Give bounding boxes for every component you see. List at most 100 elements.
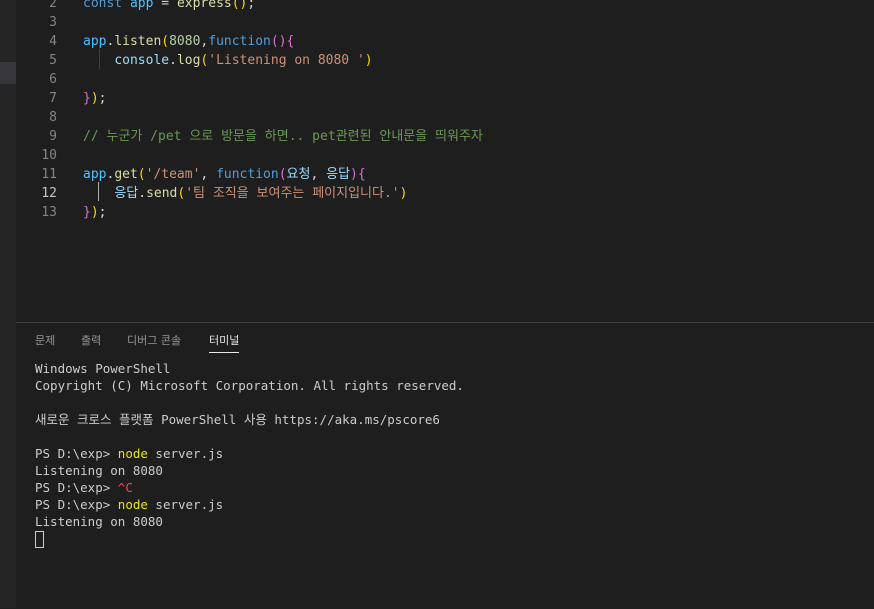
code-token: app [129, 0, 154, 11]
code-token: ) [399, 186, 408, 201]
code-line[interactable]: 7}); [16, 89, 874, 108]
terminal-text: Windows PowerShell [35, 361, 171, 376]
line-number: 10 [41, 148, 57, 163]
code-token: 8080 [169, 34, 201, 49]
code-text: app.listen(8080,function(){ [83, 32, 294, 51]
line-number: 7 [49, 91, 57, 106]
code-token: 요청 [286, 167, 311, 182]
terminal-cursor [35, 531, 44, 548]
active-tab-underline [209, 352, 240, 353]
code-line[interactable]: 8 [16, 108, 874, 127]
code-text: }); [83, 89, 106, 108]
code-editor[interactable]: 2 const app = express(); 3 4 app.listen(8080… [16, 0, 874, 322]
code-token: } [83, 91, 91, 106]
code-token: , [310, 167, 327, 182]
tab-label: 디버그 콘솔 [127, 334, 182, 347]
code-token: { [357, 167, 366, 182]
line-number: 9 [49, 129, 57, 144]
terminal-text: Listening on 8080 [35, 463, 163, 478]
code-token: . [138, 186, 147, 201]
code-token: { [286, 34, 295, 49]
code-text: }); [83, 203, 106, 222]
activity-bar [0, 0, 16, 608]
code-token: function [208, 34, 271, 49]
line-number: 8 [49, 110, 57, 125]
code-token: ; [98, 91, 107, 106]
code-token: app [83, 34, 107, 49]
code-token: app [83, 167, 107, 182]
terminal-line: PS D:\exp> node server.js [35, 445, 865, 462]
terminal-text: Copyright (C) Microsoft Corporation. All… [35, 378, 464, 393]
terminal-text: PS D:\exp> [35, 480, 118, 495]
code-line[interactable]: 13}); [16, 203, 874, 222]
code-token: 'Listening on 8080 ' [208, 53, 365, 68]
tab-label: 터미널 [209, 334, 240, 347]
terminal-text: server.js [147, 497, 224, 512]
terminal-text: Listening on 8080 [35, 514, 163, 529]
terminal-line: PS D:\exp> ^C [35, 479, 865, 496]
code-text: // 누군가 /pet 으로 방문을 하면.. pet관련된 안내문을 띄워주자 [83, 127, 483, 146]
activity-bar-active-item[interactable] [0, 62, 16, 84]
code-token: () [270, 34, 287, 49]
code-token: () [231, 0, 248, 11]
text-cursor [98, 182, 99, 201]
code-line[interactable]: 9 // 누군가 /pet 으로 방문을 하면.. pet관련된 안내문을 띄워주… [16, 127, 874, 146]
tab-terminal[interactable]: 터미널 [209, 332, 240, 353]
terminal-line: Windows PowerShell [35, 360, 865, 377]
code-token: ; [247, 0, 256, 11]
code-token: get [114, 167, 138, 182]
terminal-text: node [117, 497, 148, 512]
code-token: express [176, 0, 232, 11]
code-line[interactable]: 2 const app = express(); [16, 0, 874, 13]
code-text: console.log('Listening on 8080 ') [83, 51, 373, 70]
code-token: } [83, 205, 91, 220]
terminal-prompt-line[interactable] [35, 530, 865, 548]
code-token: '팀 조직을 보여주는 페이지입니다.' [185, 186, 400, 201]
code-token: console [114, 53, 170, 68]
code-token: '/team' [145, 167, 201, 182]
line-number: 11 [41, 167, 57, 182]
code-token: = [153, 0, 177, 11]
code-line[interactable]: 3 [16, 13, 874, 32]
tab-output[interactable]: 출력 [81, 332, 101, 348]
code-token: ( [278, 167, 287, 182]
terminal-text: 새로운 크로스 플랫폼 PowerShell 사용 https://aka.ms… [35, 412, 440, 427]
code-text: 응답.send('팀 조직을 보여주는 페이지입니다.') [83, 184, 407, 203]
line-number: 12 [41, 186, 57, 201]
line-number: 5 [49, 53, 57, 68]
terminal-text: PS D:\exp> [35, 497, 118, 512]
code-token: ) [90, 205, 99, 220]
line-number: 2 [49, 0, 57, 11]
indent-guide [99, 49, 100, 69]
code-token: const [83, 0, 123, 11]
code-token: function [216, 167, 279, 182]
code-token: ( [161, 34, 170, 49]
tab-debug-console[interactable]: 디버그 콘솔 [127, 332, 181, 348]
line-number: 3 [49, 15, 57, 30]
code-line[interactable]: 11 app.get('/team', function(요청, 응답){ [16, 165, 874, 184]
tab-problems[interactable]: 문제 [35, 332, 55, 348]
terminal-text: node [117, 446, 148, 461]
code-token: listen [114, 34, 162, 49]
code-token: ) [90, 91, 99, 106]
code-line[interactable]: 6 [16, 70, 874, 89]
bottom-panel: 문제 출력 디버그 콘솔 터미널 Windows PowerShell Copyr… [16, 322, 874, 609]
code-token: ) [364, 53, 373, 68]
terminal-line: 새로운 크로스 플랫폼 PowerShell 사용 https://aka.ms… [35, 411, 865, 428]
code-line[interactable]: 12 응답.send('팀 조직을 보여주는 페이지입니다.') [16, 184, 874, 203]
code-token: ) [350, 167, 358, 182]
tab-label: 출력 [81, 334, 102, 347]
terminal-line: Listening on 8080 [35, 462, 865, 479]
terminal-output[interactable]: Windows PowerShell Copyright (C) Microsof… [35, 360, 865, 548]
code-line[interactable]: 4 app.listen(8080,function(){ [16, 32, 874, 51]
code-token: send [146, 186, 178, 201]
code-token: 응답 [114, 186, 139, 201]
code-line[interactable]: 10 [16, 146, 874, 165]
code-token: . [169, 53, 177, 68]
code-text: app.get('/team', function(요청, 응답){ [83, 165, 366, 184]
code-line[interactable]: 5 console.log('Listening on 8080 ') [16, 51, 874, 70]
tab-label: 문제 [35, 334, 56, 347]
code-token: ; [98, 205, 107, 220]
